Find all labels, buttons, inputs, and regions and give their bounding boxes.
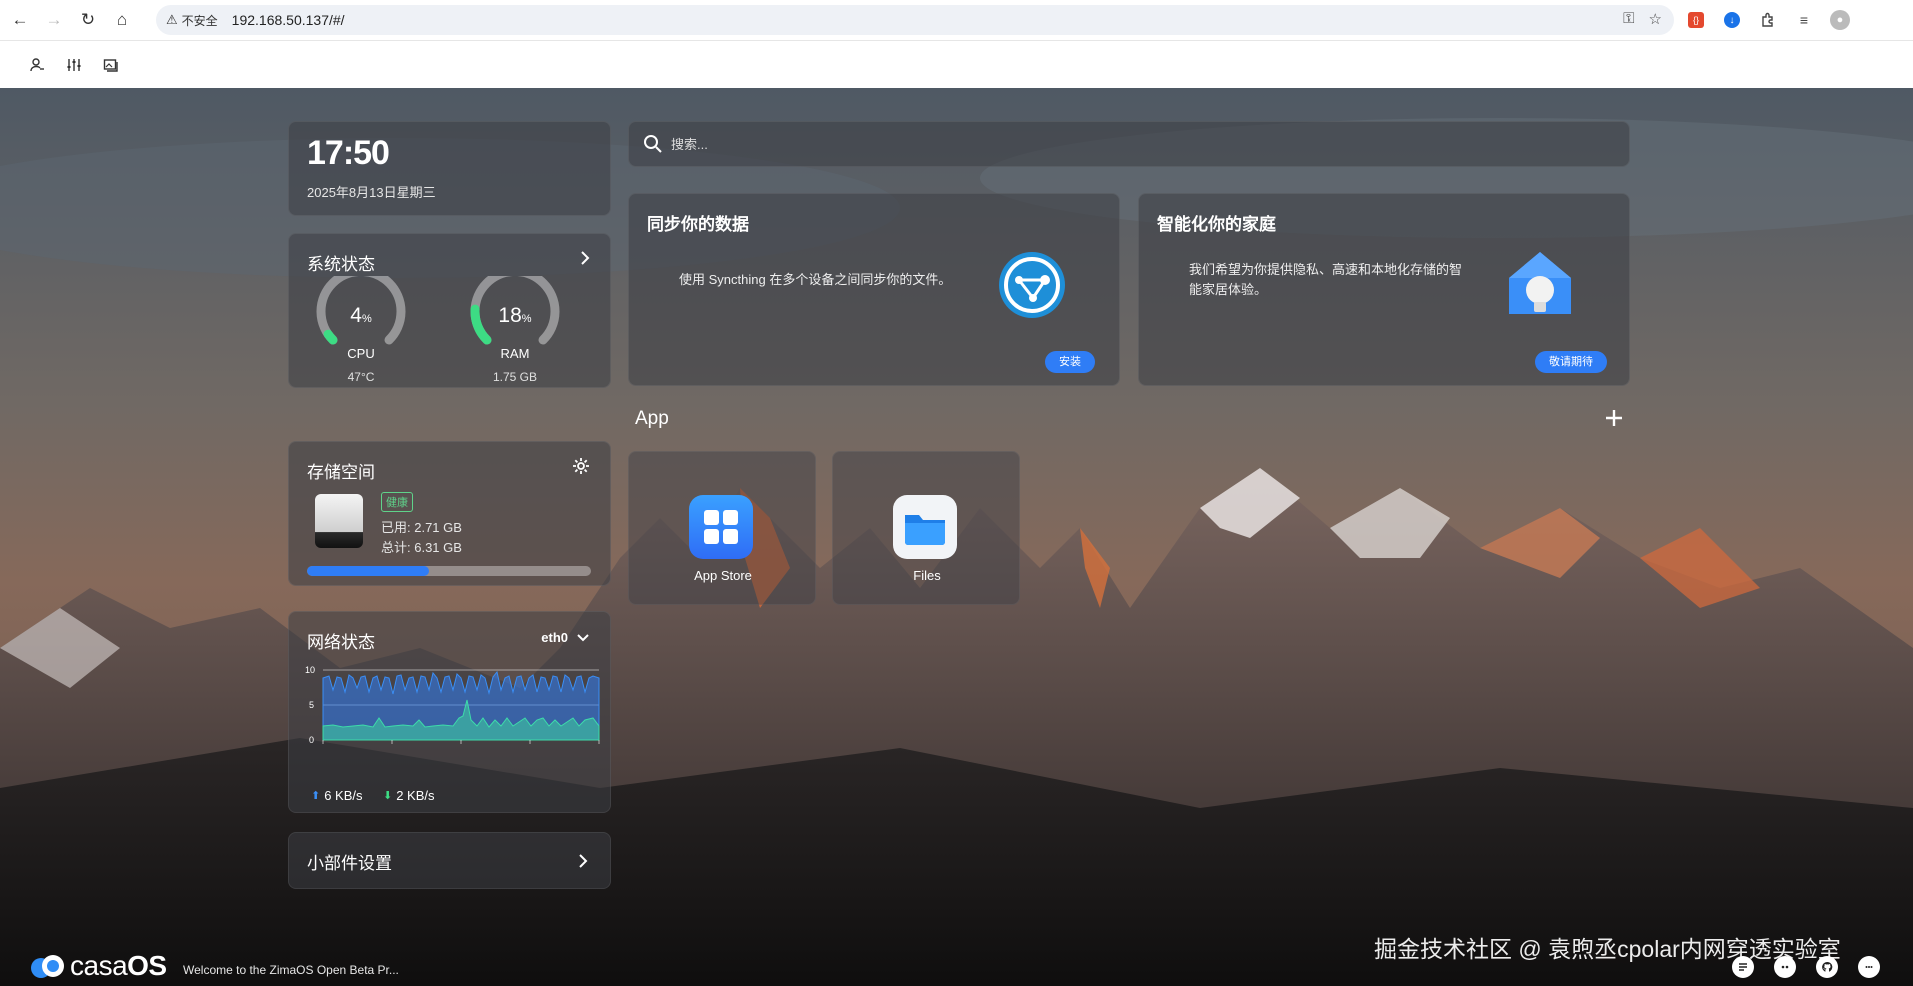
apps-section-title: App <box>635 408 669 429</box>
reload-icon[interactable]: ↻ <box>74 6 102 34</box>
clock-time: 17:50 <box>307 134 390 172</box>
install-button[interactable]: 安装 <box>1045 351 1095 373</box>
arrow-up-icon: ⬆ <box>311 790 321 802</box>
extension-red-icon[interactable]: {} <box>1688 12 1704 28</box>
ram-used: 1.75 GB <box>492 370 538 384</box>
smart-home-desc-line1: 我们希望为你提供隐私、高速和本地化存储的智 <box>1189 262 1463 277</box>
home-icon[interactable]: ⌂ <box>108 6 136 34</box>
cpu-temperature: 47°C <box>347 370 375 384</box>
storage-progress <box>307 566 591 576</box>
widget-settings-title: 小部件设置 <box>307 854 392 873</box>
chevron-right-icon <box>579 854 588 868</box>
app-tile-files[interactable]: Files <box>832 451 1020 605</box>
clock-date: 2025年8月13日星期三 <box>307 185 436 200</box>
profile-avatar-icon[interactable]: ● <box>1830 10 1850 30</box>
download-speed-value: 2 KB/s <box>396 788 435 803</box>
app-store-icon <box>689 495 753 559</box>
stay-tuned-button[interactable]: 敬请期待 <box>1535 351 1607 373</box>
casaos-logo: casaOS <box>30 950 167 982</box>
bookmark-star-icon[interactable]: ☆ <box>1649 10 1662 28</box>
widget-settings-button[interactable]: 小部件设置 <box>288 832 611 889</box>
key-icon[interactable]: ⚿ <box>1623 10 1634 28</box>
add-app-icon[interactable] <box>1602 406 1626 430</box>
puzzle-extensions-icon[interactable] <box>1756 8 1780 32</box>
forward-icon[interactable]: → <box>40 6 68 34</box>
chat-icon[interactable] <box>1858 956 1880 978</box>
smart-home-bulb-icon <box>1509 252 1571 314</box>
network-title: 网络状态 <box>307 633 375 652</box>
casaos-desktop: 17:50 2025年8月13日星期三 系统状态 4% CPU 47°C 18%… <box>0 88 1913 986</box>
arrow-down-icon: ⬇ <box>383 790 393 802</box>
sliders-icon[interactable] <box>57 48 91 82</box>
github-icon[interactable] <box>1816 956 1838 978</box>
storage-used: 已用: 2.71 GB <box>381 520 462 535</box>
cpu-gauge: 4% CPU 47°C <box>311 276 411 384</box>
back-icon[interactable]: ← <box>6 6 34 34</box>
app-label: Files <box>913 568 941 583</box>
sync-promo-desc: 使用 Syncthing 在多个设备之间同步你的文件。 <box>679 272 952 287</box>
clock-widget: 17:50 2025年8月13日星期三 <box>288 121 611 216</box>
security-indicator[interactable]: ⚠ 不安全 <box>166 12 218 29</box>
network-widget: 网络状态 eth0 10 5 0 ⬆ 6 KB/s ⬇ 2 KB/s <box>288 611 611 813</box>
folder-icon <box>893 495 957 559</box>
cpu-label: CPU <box>347 346 375 361</box>
smart-home-promo-title: 智能化你的家庭 <box>1157 215 1276 234</box>
storage-progress-fill <box>307 566 430 576</box>
interface-name: eth0 <box>541 630 568 645</box>
y-tick-5: 5 <box>309 700 314 710</box>
sync-promo-title: 同步你的数据 <box>647 215 749 234</box>
browser-toolbar: ← → ↻ ⌂ ⚠ 不安全 192.168.50.137/#/ ⚿ ☆ {} ↓… <box>0 0 1913 40</box>
chevron-down-icon <box>577 633 589 641</box>
warning-icon: ⚠ <box>166 12 178 27</box>
discord-icon[interactable] <box>1774 956 1796 978</box>
chevron-right-icon[interactable] <box>575 248 595 268</box>
y-tick-10: 10 <box>305 665 315 675</box>
url-text[interactable]: 192.168.50.137/#/ <box>232 12 345 28</box>
address-bar[interactable]: ⚠ 不安全 192.168.50.137/#/ ⚿ ☆ <box>156 5 1674 35</box>
system-status-widget: 系统状态 4% CPU 47°C 18% RAM 1.75 GB <box>288 233 611 388</box>
casaos-logo-icon <box>31 955 64 978</box>
disk-drive-icon <box>315 494 363 548</box>
ram-label: RAM <box>500 346 530 361</box>
interface-select[interactable]: eth0 <box>541 630 590 645</box>
storage-title: 存储空间 <box>307 463 375 482</box>
welcome-banner[interactable]: Welcome to the ZimaOS Open Beta Pr... <box>183 963 399 977</box>
health-badge: 健康 <box>381 492 413 512</box>
ram-value: 18 <box>498 304 522 327</box>
search-input[interactable] <box>671 136 1571 152</box>
search-icon <box>644 135 662 153</box>
download-speed: ⬇ 2 KB/s <box>383 788 435 803</box>
network-chart: 10 5 0 <box>305 665 600 745</box>
cpu-value: 4 <box>350 304 362 327</box>
upload-speed: ⬆ 6 KB/s <box>311 788 363 803</box>
app-label: App Store <box>694 568 752 583</box>
reading-list-icon[interactable]: ≡ <box>1792 8 1816 32</box>
ram-gauge: 18% RAM 1.75 GB <box>465 276 565 384</box>
syncthing-icon <box>999 252 1065 318</box>
gear-icon[interactable] <box>571 456 591 476</box>
page-toolbar <box>0 40 1913 88</box>
app-tile-app-store[interactable]: App Store <box>628 451 816 605</box>
feedback-icon[interactable] <box>1732 956 1754 978</box>
image-gallery-icon[interactable] <box>94 48 128 82</box>
user-icon[interactable] <box>20 48 54 82</box>
upload-speed-value: 6 KB/s <box>324 788 363 803</box>
smart-home-desc-line2: 能家居体验。 <box>1189 282 1268 297</box>
download-extension-icon[interactable]: ↓ <box>1724 12 1740 28</box>
ram-unit: % <box>521 313 532 325</box>
storage-widget: 存储空间 健康 已用: 2.71 GB 总计: 6.31 GB <box>288 441 611 586</box>
smart-home-promo-card: 智能化你的家庭 我们希望为你提供隐私、高速和本地化存储的智 能家居体验。 敬请期… <box>1138 193 1630 386</box>
insecure-label: 不安全 <box>181 13 218 28</box>
smart-home-promo-desc: 我们希望为你提供隐私、高速和本地化存储的智 能家居体验。 <box>1189 260 1462 300</box>
storage-total: 总计: 6.31 GB <box>381 540 462 555</box>
y-tick-0: 0 <box>309 735 314 745</box>
system-status-title: 系统状态 <box>307 255 375 274</box>
cpu-unit: % <box>361 313 372 325</box>
casaos-logo-text: casaOS <box>70 950 167 981</box>
search-bar[interactable] <box>628 121 1630 167</box>
sync-promo-card: 同步你的数据 使用 Syncthing 在多个设备之间同步你的文件。 安装 <box>628 193 1120 386</box>
